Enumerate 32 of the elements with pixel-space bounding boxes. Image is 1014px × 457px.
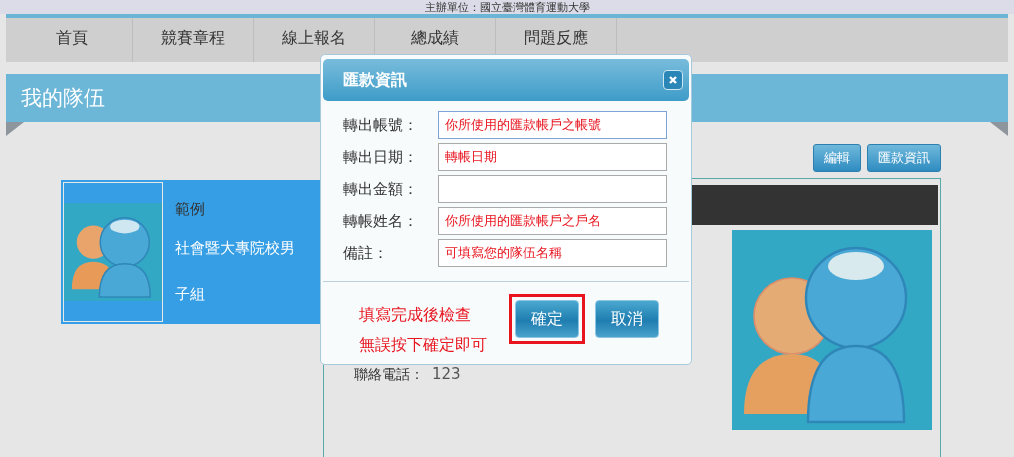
dialog-title: 匯款資訊	[343, 69, 407, 91]
close-button[interactable]	[663, 70, 683, 90]
contact-value: 123	[432, 365, 461, 383]
nav-item[interactable]: 競賽章程	[133, 18, 254, 62]
action-button[interactable]: 編輯	[813, 144, 861, 172]
dialog-button[interactable]: 取消	[595, 300, 659, 338]
input-field[interactable]: 你所使用的匯款帳戶之戶名	[437, 207, 667, 235]
field-label: 轉出金額：	[343, 179, 419, 199]
field-label: 轉出日期：	[343, 147, 419, 167]
close-icon	[668, 75, 678, 85]
input-field[interactable]: 轉帳日期	[437, 143, 667, 171]
team-card[interactable]: 範例 社會暨大專院校男子組	[61, 180, 323, 324]
people-icon	[732, 230, 932, 430]
team-group: 社會暨大專院校男子組	[175, 225, 303, 317]
field-label: 轉出帳號：	[343, 115, 419, 135]
field-label: 轉帳姓名：	[343, 211, 419, 231]
page-title: 我的隊伍	[21, 85, 105, 112]
contact-label: 聯絡電話：	[354, 366, 424, 384]
input-field[interactable]: 可填寫您的隊伍名稱	[437, 239, 667, 267]
action-button[interactable]: 匯款資訊	[867, 144, 941, 172]
organizer-text: 主辦單位：國立臺灣體育運動大學	[424, 2, 590, 14]
input-field[interactable]	[437, 175, 667, 203]
nav-item[interactable]: 首頁	[12, 18, 133, 62]
hint-text: 填寫完成後檢查	[359, 304, 472, 326]
field-label: 備註：	[343, 243, 389, 263]
corner-icon	[990, 122, 1008, 136]
team-name: 範例	[175, 200, 206, 219]
people-icon	[64, 203, 162, 301]
hint-text: 無誤按下確定即可	[359, 334, 487, 356]
input-field[interactable]: 你所使用的匯款帳戶之帳號	[437, 111, 667, 139]
corner-icon	[6, 122, 24, 136]
dialog-button[interactable]: 確定	[515, 300, 579, 338]
